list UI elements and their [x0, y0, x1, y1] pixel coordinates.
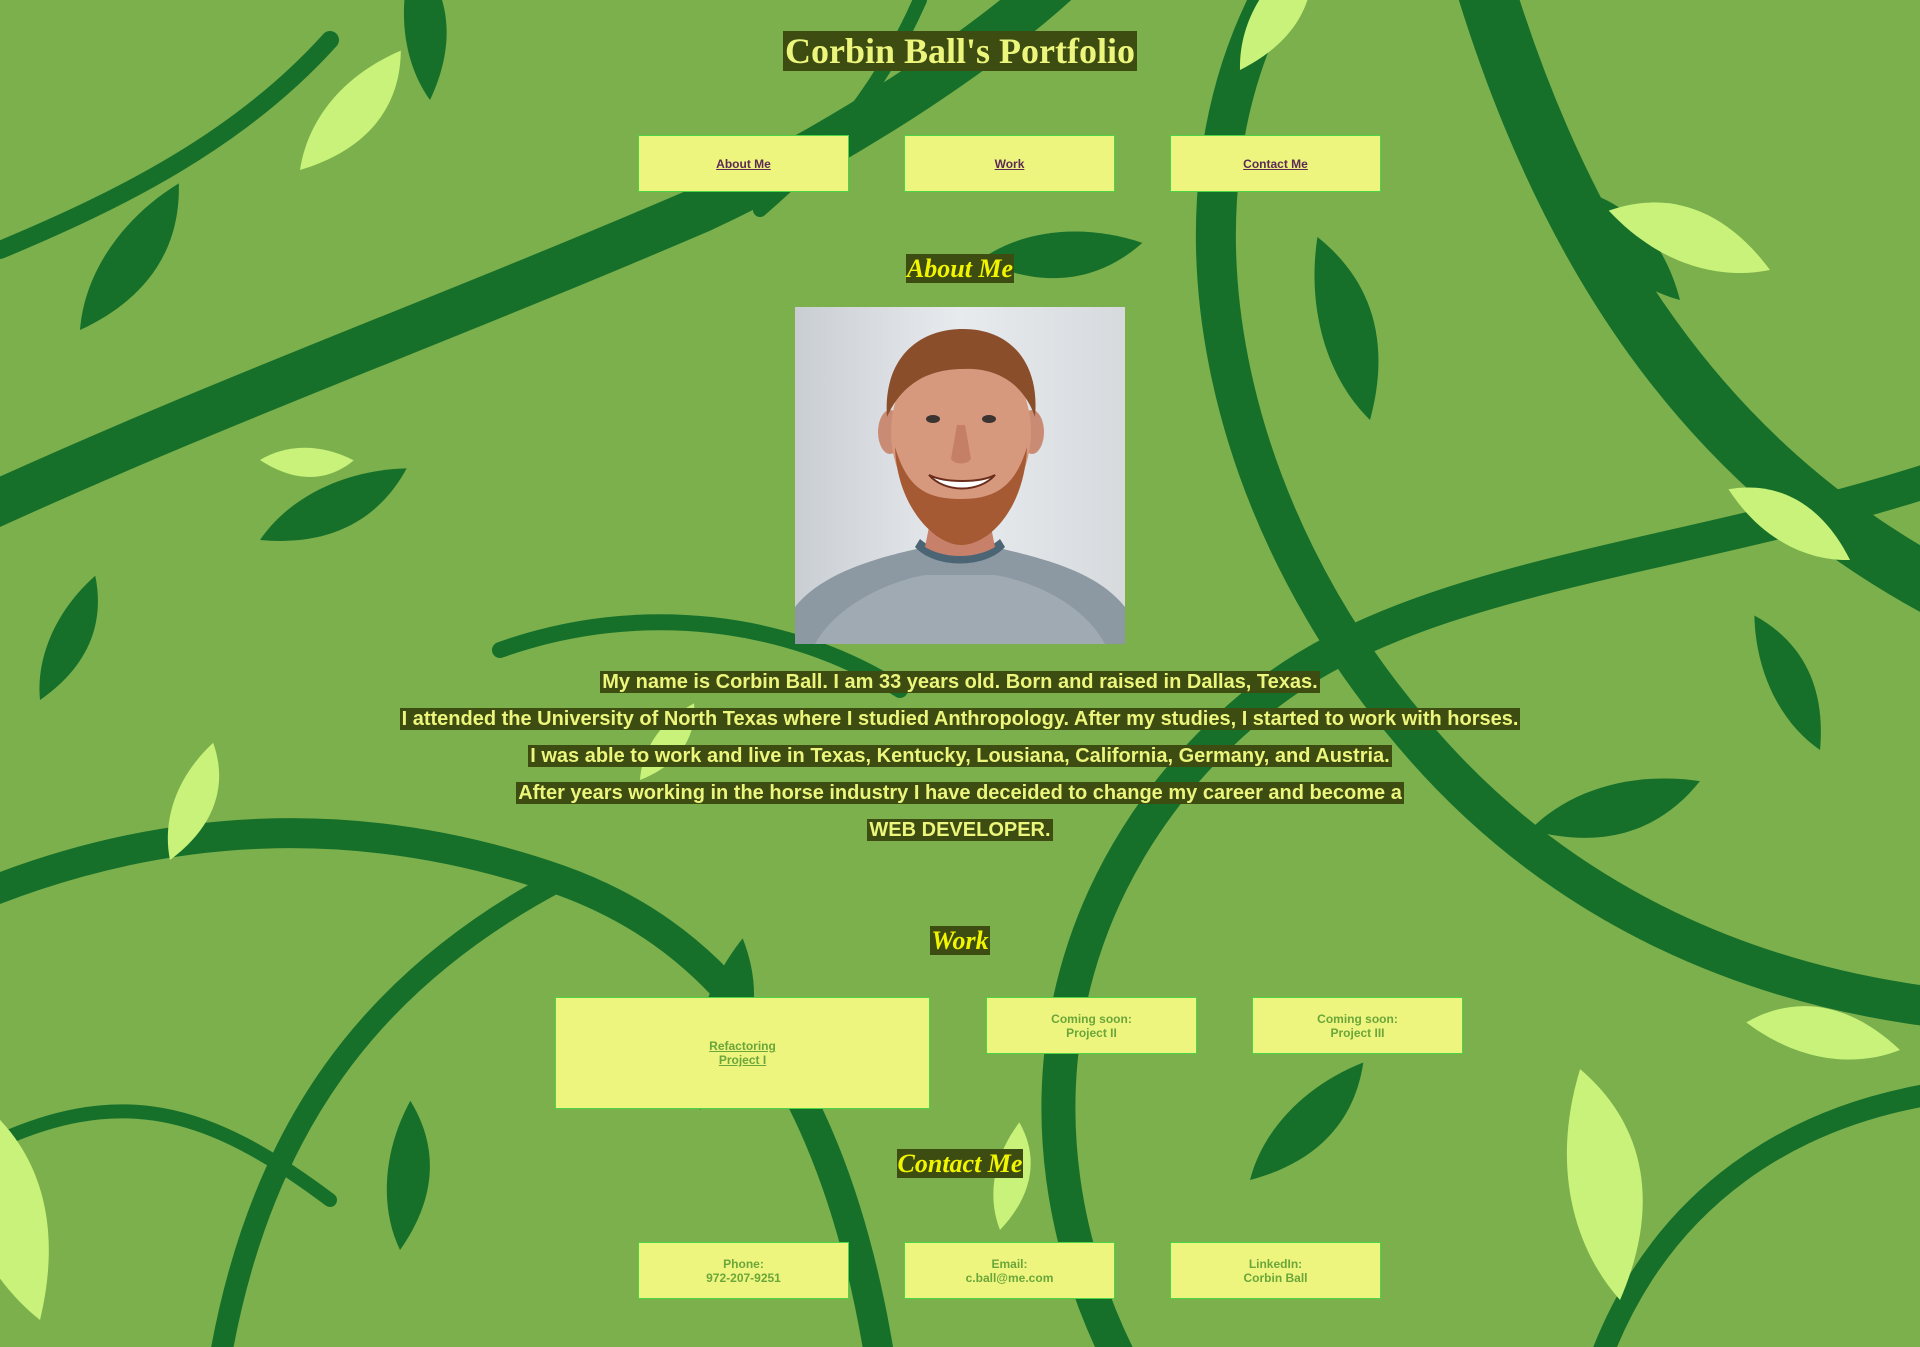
about-line: After years working in the horse industr…: [516, 782, 1404, 804]
project-card-1[interactable]: Refactoring Project I: [555, 997, 930, 1109]
contact-linkedin-card: LinkedIn: Corbin Ball: [1170, 1242, 1381, 1299]
about-heading: About Me: [905, 254, 1015, 283]
about-description: My name is Corbin Ball. I am 33 years ol…: [0, 670, 1920, 855]
page-title: Corbin Ball's Portfolio: [783, 31, 1137, 71]
nav-about-me-link[interactable]: About Me: [716, 157, 771, 171]
nav-about-me[interactable]: About Me: [638, 135, 849, 192]
about-line: My name is Corbin Ball. I am 33 years ol…: [600, 671, 1320, 693]
nav-work[interactable]: Work: [904, 135, 1115, 192]
linkedin-value: Corbin Ball: [1243, 1270, 1308, 1285]
about-line: I attended the University of North Texas…: [399, 708, 1521, 730]
about-line: I was able to work and live in Texas, Ke…: [528, 745, 1392, 767]
nav-contact-me-link[interactable]: Contact Me: [1243, 157, 1308, 171]
contact-phone-card: Phone: 972-207-9251: [638, 1242, 849, 1299]
work-heading: Work: [930, 926, 990, 955]
about-line: WEB DEVELOPER.: [867, 819, 1053, 841]
project-card-2: Coming soon: Project II: [986, 997, 1197, 1054]
nav-work-link[interactable]: Work: [995, 157, 1025, 171]
contact-heading: Contact Me: [896, 1149, 1024, 1178]
profile-photo: [795, 307, 1125, 644]
phone-value: 972-207-9251: [706, 1270, 781, 1285]
page-content: Corbin Ball's Portfolio About Me Work Co…: [0, 0, 1920, 1347]
project-card-3: Coming soon: Project III: [1252, 997, 1463, 1054]
email-value: c.ball@me.com: [965, 1270, 1054, 1285]
nav-contact-me[interactable]: Contact Me: [1170, 135, 1381, 192]
project-1-link[interactable]: Refactoring Project I: [709, 1039, 776, 1067]
contact-email-card: Email: c.ball@me.com: [904, 1242, 1115, 1299]
